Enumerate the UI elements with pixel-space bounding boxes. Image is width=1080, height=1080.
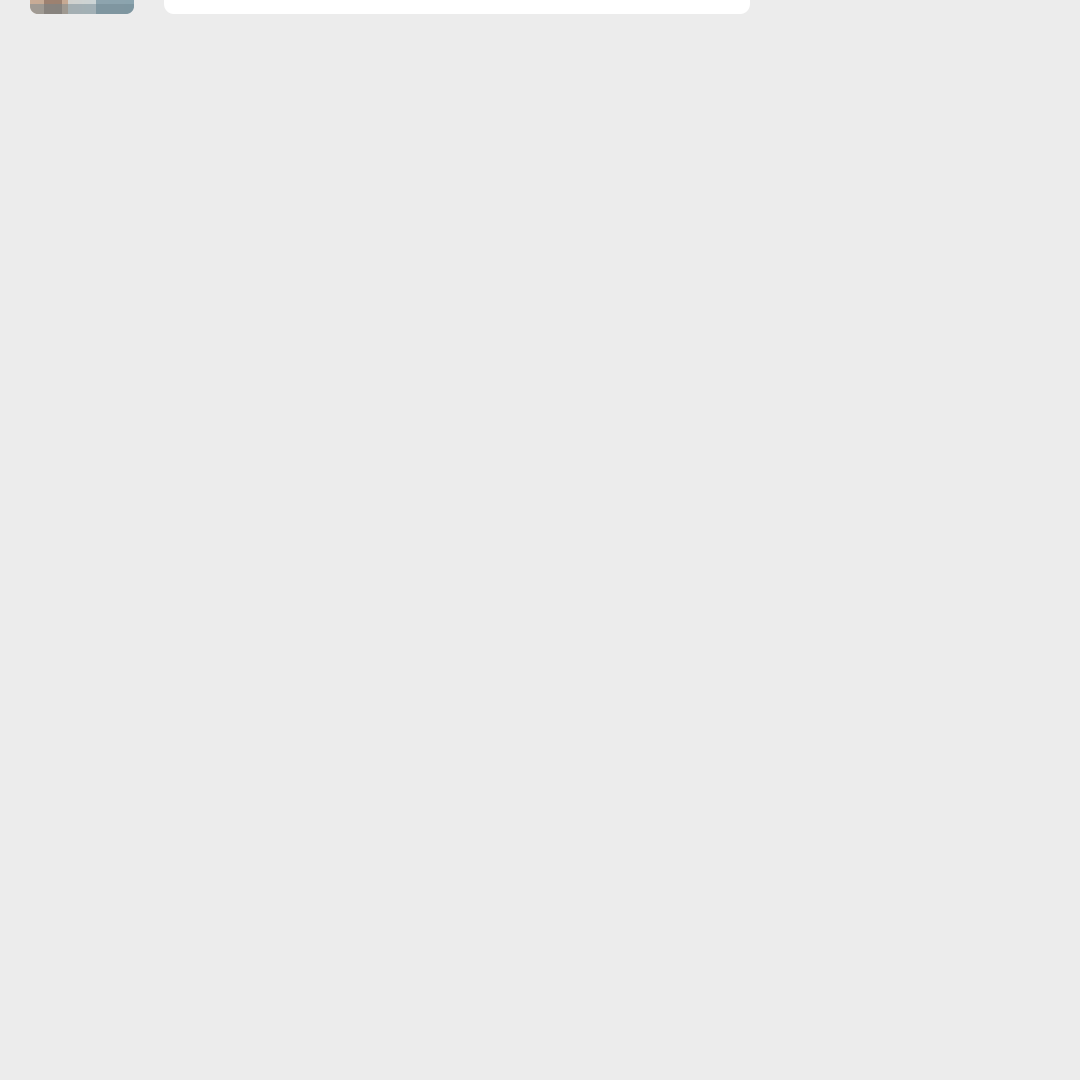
- photo-thumbnail-image: [30, 0, 134, 14]
- photo-thumbnail[interactable]: [30, 0, 134, 14]
- feed-page: [0, 0, 1080, 1080]
- feed-item-card[interactable]: [164, 0, 750, 14]
